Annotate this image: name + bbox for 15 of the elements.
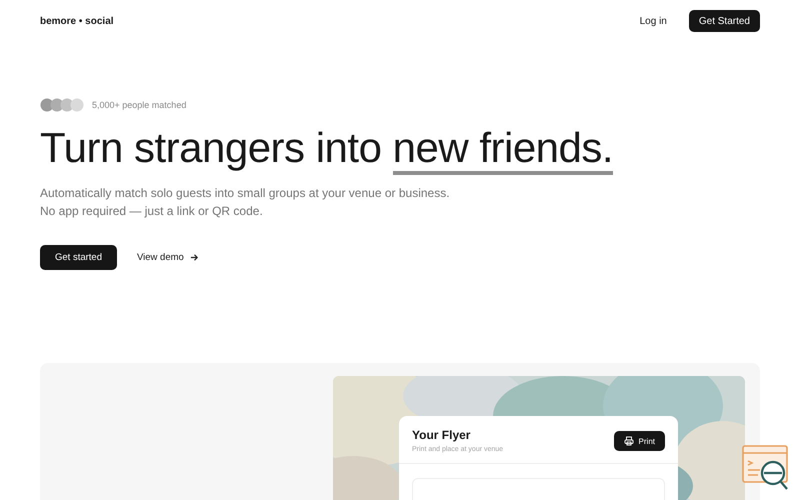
- print-button[interactable]: Print: [614, 431, 665, 451]
- headline: Turn strangers into new friends.: [40, 122, 614, 174]
- search-window-icon[interactable]: [742, 445, 790, 491]
- subtitle-text: No app required — just a link or QR code.: [40, 203, 264, 220]
- get-started-button[interactable]: Get started: [40, 245, 117, 270]
- avatar-group-icon: [40, 98, 84, 112]
- printer-icon: [624, 436, 634, 446]
- card-title: Your Flyer: [412, 428, 472, 442]
- social-proof-text: 5,000+ people matched: [92, 100, 186, 110]
- view-demo-link[interactable]: View demo: [137, 252, 199, 263]
- arrow-right-icon: [190, 253, 199, 262]
- logo[interactable]: bemore • social: [40, 16, 114, 26]
- login-link[interactable]: Log in: [640, 16, 667, 26]
- subtitle-text: Automatically match solo guests into small groups at your venue or business.: [40, 185, 451, 202]
- get-started-button[interactable]: Get Started: [688, 10, 760, 32]
